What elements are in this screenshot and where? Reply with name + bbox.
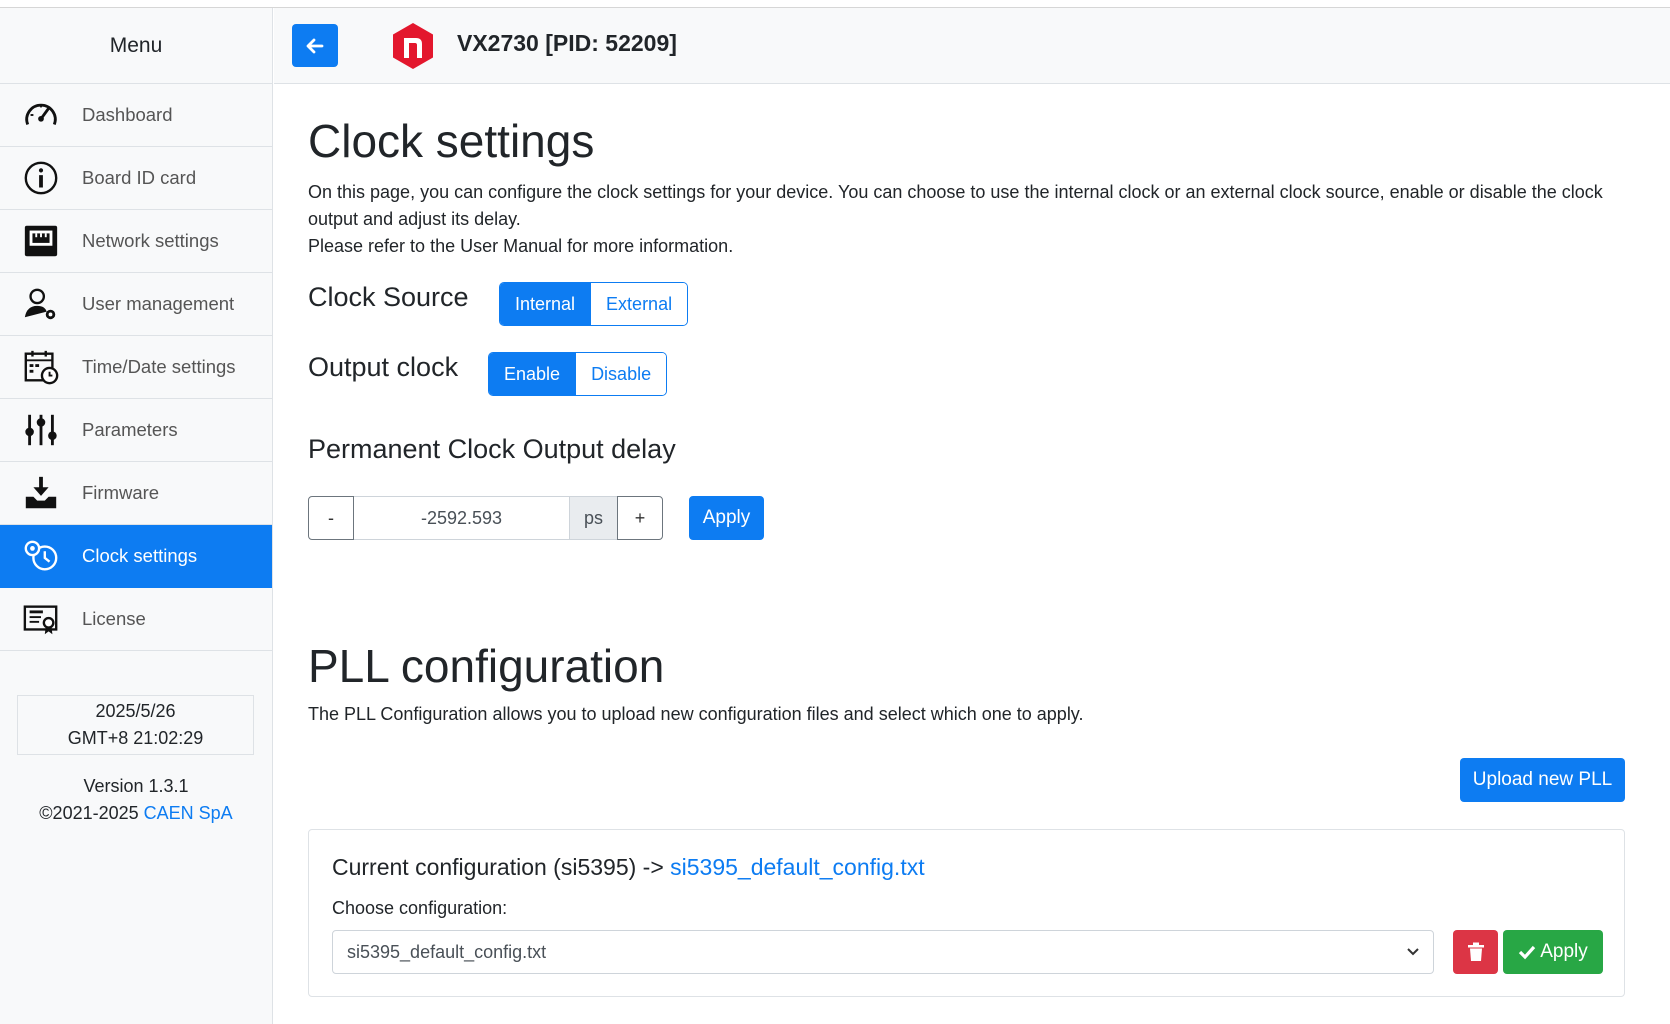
delay-unit: ps	[569, 496, 617, 540]
output-clock-label: Output clock	[308, 352, 459, 382]
user-gear-icon	[0, 285, 82, 323]
page-title: Clock settings	[308, 115, 595, 167]
delete-config-button[interactable]	[1453, 930, 1498, 974]
pll-config-card: Current configuration (si5395) -> si5395…	[308, 829, 1625, 997]
clock-source-external-option[interactable]: External	[590, 283, 688, 325]
output-clock-toggle: Enable Disable	[488, 352, 668, 396]
choose-configuration-label: Choose configuration:	[332, 898, 508, 918]
info-icon	[0, 159, 82, 197]
back-button[interactable]	[292, 24, 338, 67]
sidebar-item-network-settings[interactable]: Network settings	[0, 210, 272, 273]
ethernet-icon	[0, 222, 82, 260]
clock-description-text: On this page, you can configure the cloc…	[308, 182, 1603, 229]
license-icon	[0, 600, 82, 638]
apply-config-label: Apply	[1540, 941, 1588, 962]
pll-section-title: PLL configuration	[308, 640, 665, 692]
sidebar-item-license[interactable]: License	[0, 588, 272, 651]
copyright: ©2021-2025 CAEN SpA	[0, 800, 272, 827]
clock-source-label: Clock Source	[308, 282, 469, 312]
gauge-icon	[0, 96, 82, 134]
sidebar-item-clock-settings[interactable]: Clock settings	[0, 525, 272, 588]
sidebar-item-time-date-settings[interactable]: Time/Date settings	[0, 336, 272, 399]
delay-title: Permanent Clock Output delay	[308, 434, 676, 464]
menu-title: Menu	[0, 8, 272, 84]
current-configuration: Current configuration (si5395) -> si5395…	[332, 854, 925, 881]
calendar-clock-icon	[0, 348, 82, 386]
apply-config-button[interactable]: Apply	[1503, 930, 1603, 974]
delay-apply-button[interactable]: Apply	[689, 496, 764, 540]
decrement-button[interactable]: -	[308, 496, 354, 540]
sidebar-item-label: Board ID card	[82, 167, 197, 188]
sidebar-item-label: Firmware	[82, 482, 160, 503]
output-clock-disable-option[interactable]: Disable	[575, 353, 667, 395]
clock-description: On this page, you can configure the cloc…	[308, 179, 1628, 260]
delay-input[interactable]: -2592.593	[354, 496, 569, 540]
pll-description: The PLL Configuration allows you to uplo…	[308, 704, 1084, 724]
sidebar-item-label: Clock settings	[82, 545, 198, 566]
sidebar-item-label: Time/Date settings	[82, 356, 236, 377]
chevron-down-icon	[1407, 948, 1419, 956]
increment-button[interactable]: +	[617, 496, 663, 540]
sidebar-item-dashboard[interactable]: Dashboard	[0, 84, 272, 147]
clock-source-toggle: Internal External	[499, 282, 689, 326]
current-date: 2025/5/26	[95, 701, 176, 721]
company-link[interactable]: CAEN SpA	[144, 803, 233, 823]
version-info: Version 1.3.1 ©2021-2025 CAEN SpA	[0, 773, 272, 827]
sidebar-item-label: Network settings	[82, 230, 219, 251]
configuration-select[interactable]: si5395_default_config.txt	[332, 930, 1434, 974]
sidebar: Menu Dashboard Board ID card Network set…	[0, 8, 273, 1024]
sidebar-item-label: Dashboard	[82, 104, 173, 125]
sidebar-item-board-id-card[interactable]: Board ID card	[0, 147, 272, 210]
sidebar-item-parameters[interactable]: Parameters	[0, 399, 272, 462]
device-title: VX2730 [PID: 52209]	[457, 30, 677, 56]
sidebar-item-firmware[interactable]: Firmware	[0, 462, 272, 525]
delay-stepper: - -2592.593 ps +	[308, 496, 663, 540]
sidebar-item-user-management[interactable]: User management	[0, 273, 272, 336]
trash-icon	[1467, 942, 1484, 961]
sidebar-item-label: User management	[82, 293, 235, 314]
clock-gear-icon	[0, 537, 82, 575]
sidebar-item-label: License	[82, 608, 146, 629]
version-label: Version 1.3.1	[83, 776, 189, 796]
checkmark-icon	[1519, 945, 1536, 960]
copyright-text: ©2021-2025	[39, 803, 144, 823]
header: VX2730 [PID: 52209]	[274, 8, 1670, 84]
sliders-icon	[0, 411, 82, 449]
user-manual-note: Please refer to the User Manual for more…	[308, 236, 734, 256]
current-configuration-label: Current configuration (si5395) ->	[332, 854, 671, 880]
sidebar-item-label: Parameters	[82, 419, 178, 440]
caen-logo-icon	[393, 23, 433, 69]
output-clock-enable-option[interactable]: Enable	[489, 353, 576, 395]
upload-pll-button[interactable]: Upload new PLL	[1460, 758, 1625, 802]
date-time-box: 2025/5/26 GMT+8 21:02:29	[17, 695, 254, 755]
arrow-left-icon	[306, 38, 324, 53]
selected-configuration: si5395_default_config.txt	[347, 941, 547, 962]
browser-top-edge	[0, 0, 1670, 8]
current-config-file-link[interactable]: si5395_default_config.txt	[670, 854, 924, 880]
download-tray-icon	[0, 474, 82, 512]
current-time: GMT+8 21:02:29	[67, 728, 204, 748]
clock-source-internal-option[interactable]: Internal	[500, 283, 591, 325]
